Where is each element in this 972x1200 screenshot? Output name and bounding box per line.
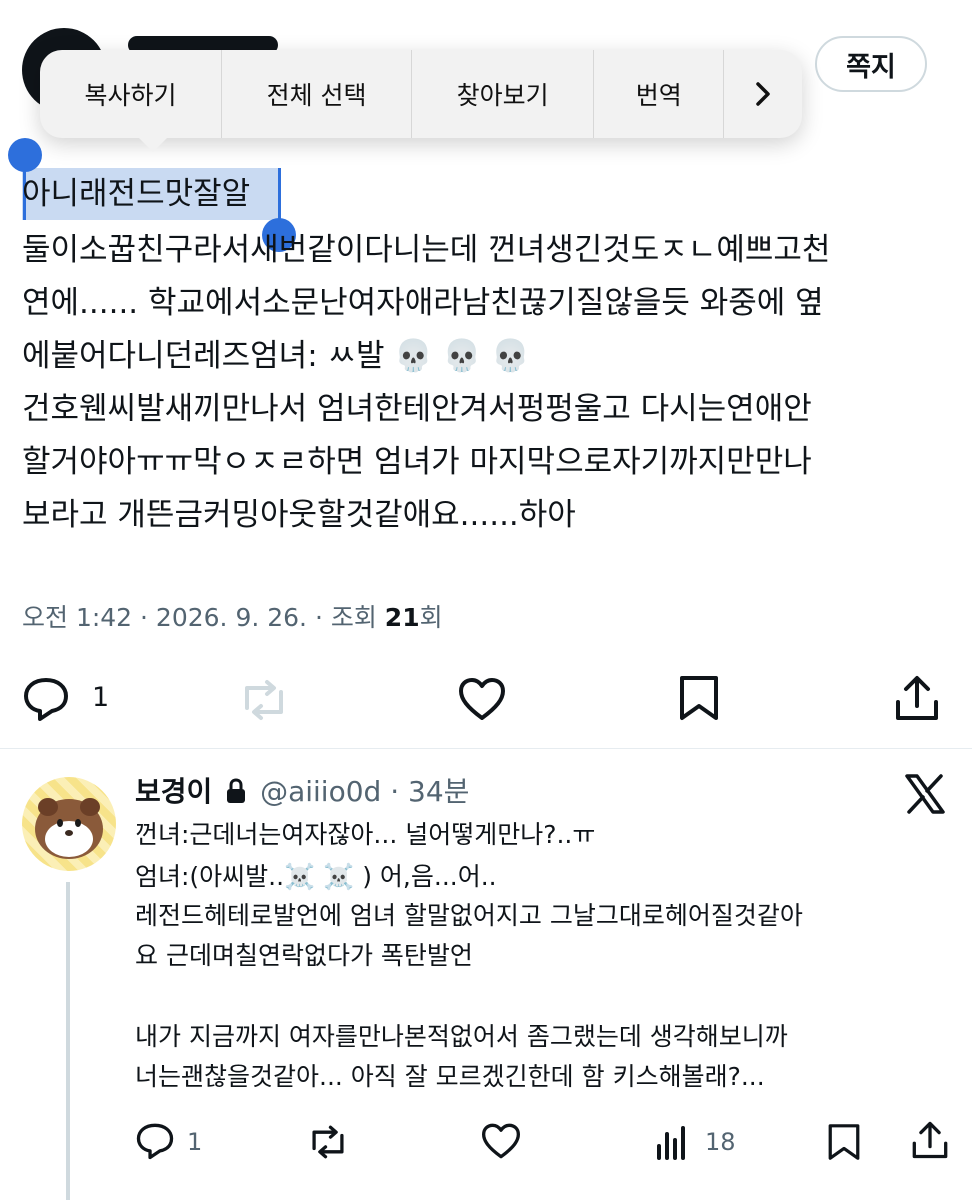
reply-text-line: 너는괜찮을것같아... 아직 잘 모르겠긴한데 함 키스해볼래?... — [135, 1062, 765, 1091]
chevron-right-icon — [756, 82, 770, 106]
tweet-action-bar: 1 — [22, 672, 947, 728]
select-all-menu-item[interactable]: 전체 선택 — [222, 50, 413, 138]
bookmark-icon[interactable] — [678, 674, 720, 722]
menu-caret — [137, 136, 169, 152]
reply-view-count: 18 — [705, 1128, 736, 1156]
dm-button[interactable]: 쪽지 — [815, 36, 927, 92]
reply-reply-count: 1 — [187, 1128, 203, 1156]
reply-text-line: 껀녀:근데너는여자잖아... 널어떻게만나?..ㅠ — [135, 820, 596, 849]
reply-author-handle[interactable]: @aiiio0d — [260, 775, 381, 808]
share-icon[interactable] — [894, 674, 940, 722]
copy-menu-item[interactable]: 복사하기 — [40, 50, 223, 138]
tweet-text-line: 할거야아ㅠㅠ막ㅇㅈㄹ하면 엄녀가 마지막으로자기까지만만나 — [22, 444, 812, 480]
reply-time[interactable]: · 34분 — [390, 775, 469, 808]
share-icon[interactable] — [911, 1120, 949, 1160]
reply-avatar[interactable] — [22, 777, 116, 871]
x-logo-icon — [905, 774, 945, 814]
view-suffix: 회 — [419, 603, 443, 632]
reply-text-line: 레전드헤테로발언에 엄녀 할말없어지고 그날그대로헤어질것같아 — [135, 901, 803, 930]
more-menu-item[interactable] — [724, 50, 802, 138]
like-icon[interactable] — [457, 676, 507, 722]
translate-menu-item[interactable]: 번역 — [594, 50, 725, 138]
hamster-avatar-icon — [35, 798, 103, 859]
text-selection-menu: 복사하기 전체 선택 찾아보기 번역 — [40, 50, 802, 138]
tweet-text-line: 에붙어다니던레즈엄녀: ㅆ발 💀 💀 💀 — [22, 338, 530, 374]
tweet-text-line: 둘이소꿉친구라서새번같이다니는데 껀녀생긴것도ㅈㄴ예쁘고천 — [22, 232, 831, 268]
tweet-meta: 오전 1:42 · 2026. 9. 26. · 조회 21회 — [22, 598, 443, 634]
retweet-icon[interactable] — [237, 678, 291, 722]
view-count: 21 — [384, 603, 420, 632]
retweet-icon[interactable] — [305, 1124, 351, 1160]
reply-header: 보경이 @aiiio0d · 34분 — [135, 770, 469, 810]
tweet-text-line: 보라고 개뜬금커밍아웃할것같애요......하아 — [22, 497, 576, 533]
reply-count: 1 — [92, 682, 110, 713]
reply-icon[interactable] — [22, 676, 70, 722]
lock-icon — [227, 778, 246, 803]
tweet-timestamp[interactable]: 오전 1:42 · 2026. 9. 26. · 조회 — [22, 603, 385, 632]
reply-text-line: 내가 지금까지 여자를만나본적없어서 좀그랬는데 생각해보니까 — [135, 1022, 788, 1051]
divider — [0, 748, 972, 749]
tweet-text-line: 연에...... 학교에서소문난여자애라남친끊기질않을듯 와중에 옆 — [22, 285, 824, 321]
thread-line — [66, 882, 70, 1200]
reply-text-line: 엄녀:(아씨발..☠️ ☠️ ) 어,음...어.. — [135, 862, 497, 891]
like-icon[interactable] — [480, 1122, 522, 1160]
reply-action-bar: 1 18 — [135, 1120, 950, 1164]
reply-icon[interactable] — [135, 1122, 175, 1160]
reply-text-line: 요 근데며칠연락없다가 폭탄발언 — [135, 941, 473, 970]
reply-author-name[interactable]: 보경이 — [135, 775, 212, 808]
look-up-menu-item[interactable]: 찾아보기 — [412, 50, 595, 138]
views-icon[interactable] — [655, 1124, 691, 1160]
tweet-text-line: 건호웬씨발새끼만나서 엄녀한테안겨서펑펑울고 다시는연애안 — [22, 391, 812, 427]
bookmark-icon[interactable] — [827, 1122, 861, 1162]
selected-text: 아니래전드맛잘알 — [22, 176, 251, 212]
